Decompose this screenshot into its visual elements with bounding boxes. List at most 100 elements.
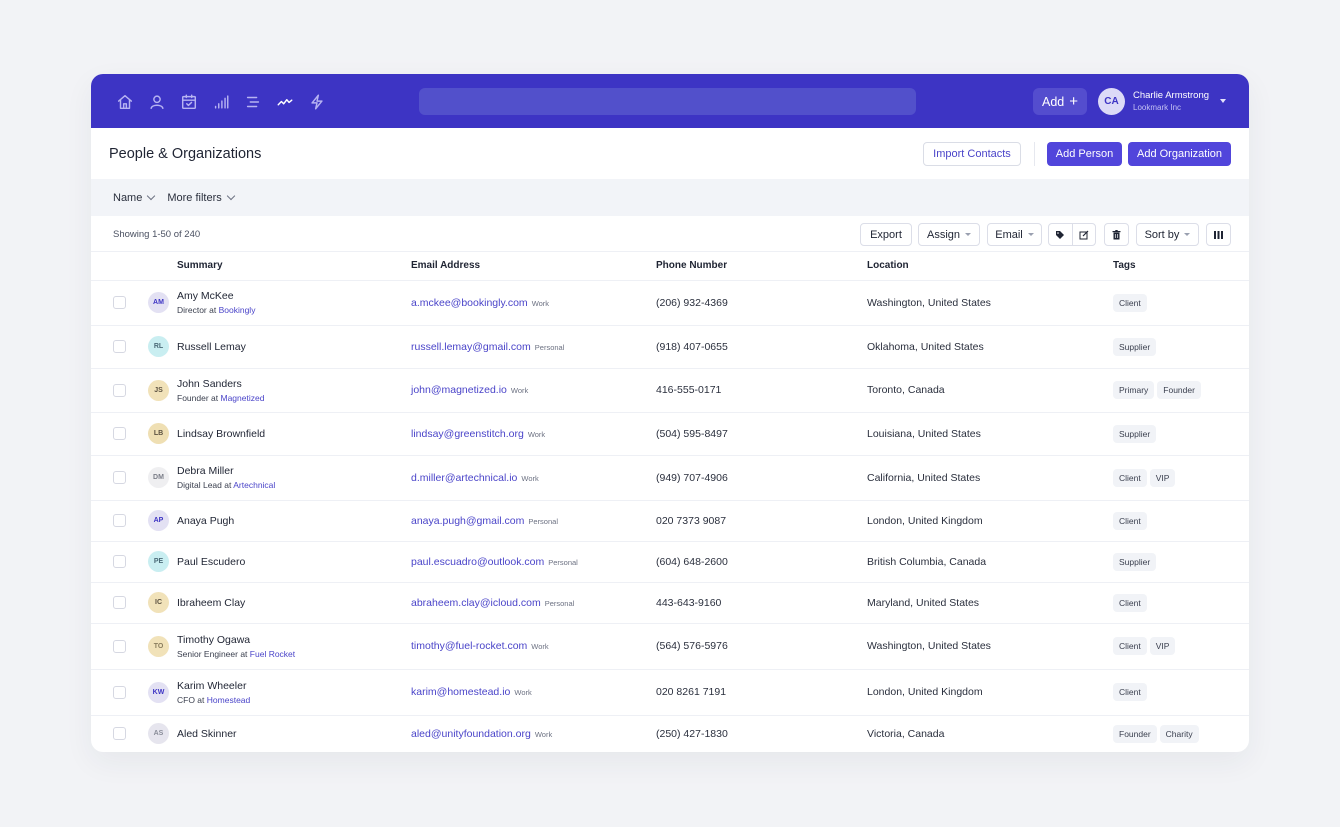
bar-chart-icon[interactable] <box>205 91 237 113</box>
table-row[interactable]: DM Debra Miller Digital Lead at Artechnica… <box>91 455 1249 501</box>
email-link[interactable]: aled@unityfoundation.org <box>411 728 531 740</box>
table-row[interactable]: TO Timothy Ogawa Senior Engineer at Fuel R… <box>91 623 1249 670</box>
columns-icon[interactable] <box>1206 223 1231 246</box>
email-dropdown[interactable]: Email <box>987 223 1042 246</box>
company-link[interactable]: Artechnical <box>233 480 275 490</box>
edit-icon[interactable] <box>1071 224 1095 245</box>
table-row[interactable]: RL Russell Lemay russell.lemay@gmail.com Pe… <box>91 325 1249 369</box>
row-checkbox[interactable] <box>113 296 126 309</box>
email-link[interactable]: d.miller@artechnical.io <box>411 472 517 484</box>
company-link[interactable]: Homestead <box>207 695 250 705</box>
filter-label: More filters <box>167 191 222 204</box>
list-icon[interactable] <box>237 91 269 113</box>
row-checkbox[interactable] <box>113 727 126 740</box>
location: British Columbia, Canada <box>867 541 1113 583</box>
search-input[interactable] <box>419 88 916 115</box>
tag-badge: VIP <box>1149 637 1176 655</box>
lightning-icon[interactable] <box>301 91 333 113</box>
filter-more-dropdown[interactable]: More filters <box>167 191 235 204</box>
table-row[interactable]: AP Anaya Pugh anaya.pugh@gmail.com Personal… <box>91 500 1249 542</box>
contact-name[interactable]: Russell Lemay <box>177 341 411 353</box>
chevron-down-icon[interactable] <box>1220 99 1226 103</box>
column-header-tags[interactable]: Tags <box>1113 252 1249 281</box>
user-menu[interactable]: CA Charlie Armstrong Lookmark Inc <box>1098 88 1226 115</box>
contact-name[interactable]: Lindsay Brownfield <box>177 428 411 440</box>
export-button[interactable]: Export <box>860 223 912 246</box>
email-link[interactable]: anaya.pugh@gmail.com <box>411 515 524 527</box>
import-contacts-button[interactable]: Import Contacts <box>923 142 1021 166</box>
email-link[interactable]: john@magnetized.io <box>411 384 507 396</box>
company-link[interactable]: Magnetized <box>221 393 265 403</box>
row-checkbox[interactable] <box>113 471 126 484</box>
email-link[interactable]: karim@homestead.io <box>411 686 510 698</box>
table-row[interactable]: JS John Sanders Founder at Magnetized john@… <box>91 368 1249 413</box>
row-checkbox[interactable] <box>113 555 126 568</box>
company-link[interactable]: Bookingly <box>219 305 256 315</box>
calendar-icon[interactable] <box>173 91 205 113</box>
email-link[interactable]: timothy@fuel-rocket.com <box>411 640 527 652</box>
sort-by-dropdown[interactable]: Sort by <box>1136 223 1199 246</box>
table-row[interactable]: KW Karim Wheeler CFO at Homestead karim@hom… <box>91 669 1249 716</box>
email-link[interactable]: a.mckee@bookingly.com <box>411 297 528 309</box>
person-icon[interactable] <box>141 91 173 113</box>
table-row[interactable]: PE Paul Escudero paul.escuadro@outlook.com… <box>91 541 1249 583</box>
table-row[interactable]: AM Amy McKee Director at Bookingly a.mckee@… <box>91 280 1249 326</box>
column-header-summary[interactable]: Summary <box>177 252 411 281</box>
row-checkbox[interactable] <box>113 427 126 440</box>
email-link[interactable]: abraheem.clay@icloud.com <box>411 597 541 609</box>
table-row[interactable]: LB Lindsay Brownfield lindsay@greenstitch.… <box>91 412 1249 456</box>
add-person-button[interactable]: Add Person <box>1047 142 1122 166</box>
email-type-label: Work <box>534 729 553 739</box>
contact-name[interactable]: Debra Miller <box>177 465 411 477</box>
column-header-location[interactable]: Location <box>867 252 1113 281</box>
role-title: CFO at <box>177 694 205 705</box>
column-header-email[interactable]: Email Address <box>411 252 656 281</box>
avatar: AM <box>148 292 169 313</box>
tag-icon[interactable] <box>1049 224 1072 245</box>
phone-number: (918) 407-0655 <box>656 325 867 369</box>
tag-badge: Founder <box>1157 381 1201 399</box>
table-row[interactable]: IC Ibraheem Clay abraheem.clay@icloud.com P… <box>91 582 1249 624</box>
table-row[interactable]: AS Aled Skinner aled@unityfoundation.org Wo… <box>91 715 1249 752</box>
phone-number: 443-643-9160 <box>656 582 867 624</box>
row-checkbox[interactable] <box>113 383 126 397</box>
email-type-label: Work <box>531 298 550 308</box>
row-checkbox[interactable] <box>113 639 126 653</box>
trash-icon[interactable] <box>1104 223 1129 246</box>
email-link[interactable]: lindsay@greenstitch.org <box>411 428 524 440</box>
phone-number: (504) 595-8497 <box>656 412 867 456</box>
home-icon[interactable] <box>109 91 141 113</box>
assign-dropdown[interactable]: Assign <box>918 223 980 246</box>
contact-name[interactable]: Timothy Ogawa <box>177 634 411 646</box>
contact-name[interactable]: Paul Escudero <box>177 556 411 568</box>
contact-name[interactable]: John Sanders <box>177 378 411 390</box>
contact-name[interactable]: Anaya Pugh <box>177 515 411 527</box>
email-type-label: Personal <box>528 516 558 526</box>
company-link[interactable]: Fuel Rocket <box>250 649 295 659</box>
column-header-phone[interactable]: Phone Number <box>656 252 867 281</box>
contact-name[interactable]: Karim Wheeler <box>177 680 411 692</box>
contact-name[interactable]: Aled Skinner <box>177 728 411 740</box>
email-link[interactable]: paul.escuadro@outlook.com <box>411 556 544 568</box>
tags-cell: Client VIP <box>1113 623 1249 670</box>
avatar: PE <box>148 551 169 572</box>
add-button[interactable]: Add + <box>1033 88 1087 115</box>
add-organization-button[interactable]: Add Organization <box>1128 142 1231 166</box>
contact-name[interactable]: Ibraheem Clay <box>177 597 411 609</box>
email-link[interactable]: russell.lemay@gmail.com <box>411 341 531 353</box>
row-checkbox[interactable] <box>113 685 126 699</box>
row-checkbox[interactable] <box>113 340 126 353</box>
phone-number: (250) 427-1830 <box>656 715 867 752</box>
avatar: KW <box>148 681 169 703</box>
email-type-label: Personal <box>534 342 565 352</box>
contact-name[interactable]: Amy McKee <box>177 290 411 302</box>
email-type-label: Work <box>510 386 529 395</box>
user-organization: Lookmark Inc <box>1133 103 1182 113</box>
avatar: AS <box>148 723 169 744</box>
activity-icon[interactable] <box>269 91 301 113</box>
filter-name-dropdown[interactable]: Name <box>113 192 156 204</box>
row-checkbox[interactable] <box>113 514 126 527</box>
row-checkbox[interactable] <box>113 596 126 609</box>
location: California, United States <box>867 455 1113 501</box>
location: Oklahoma, United States <box>867 325 1113 369</box>
